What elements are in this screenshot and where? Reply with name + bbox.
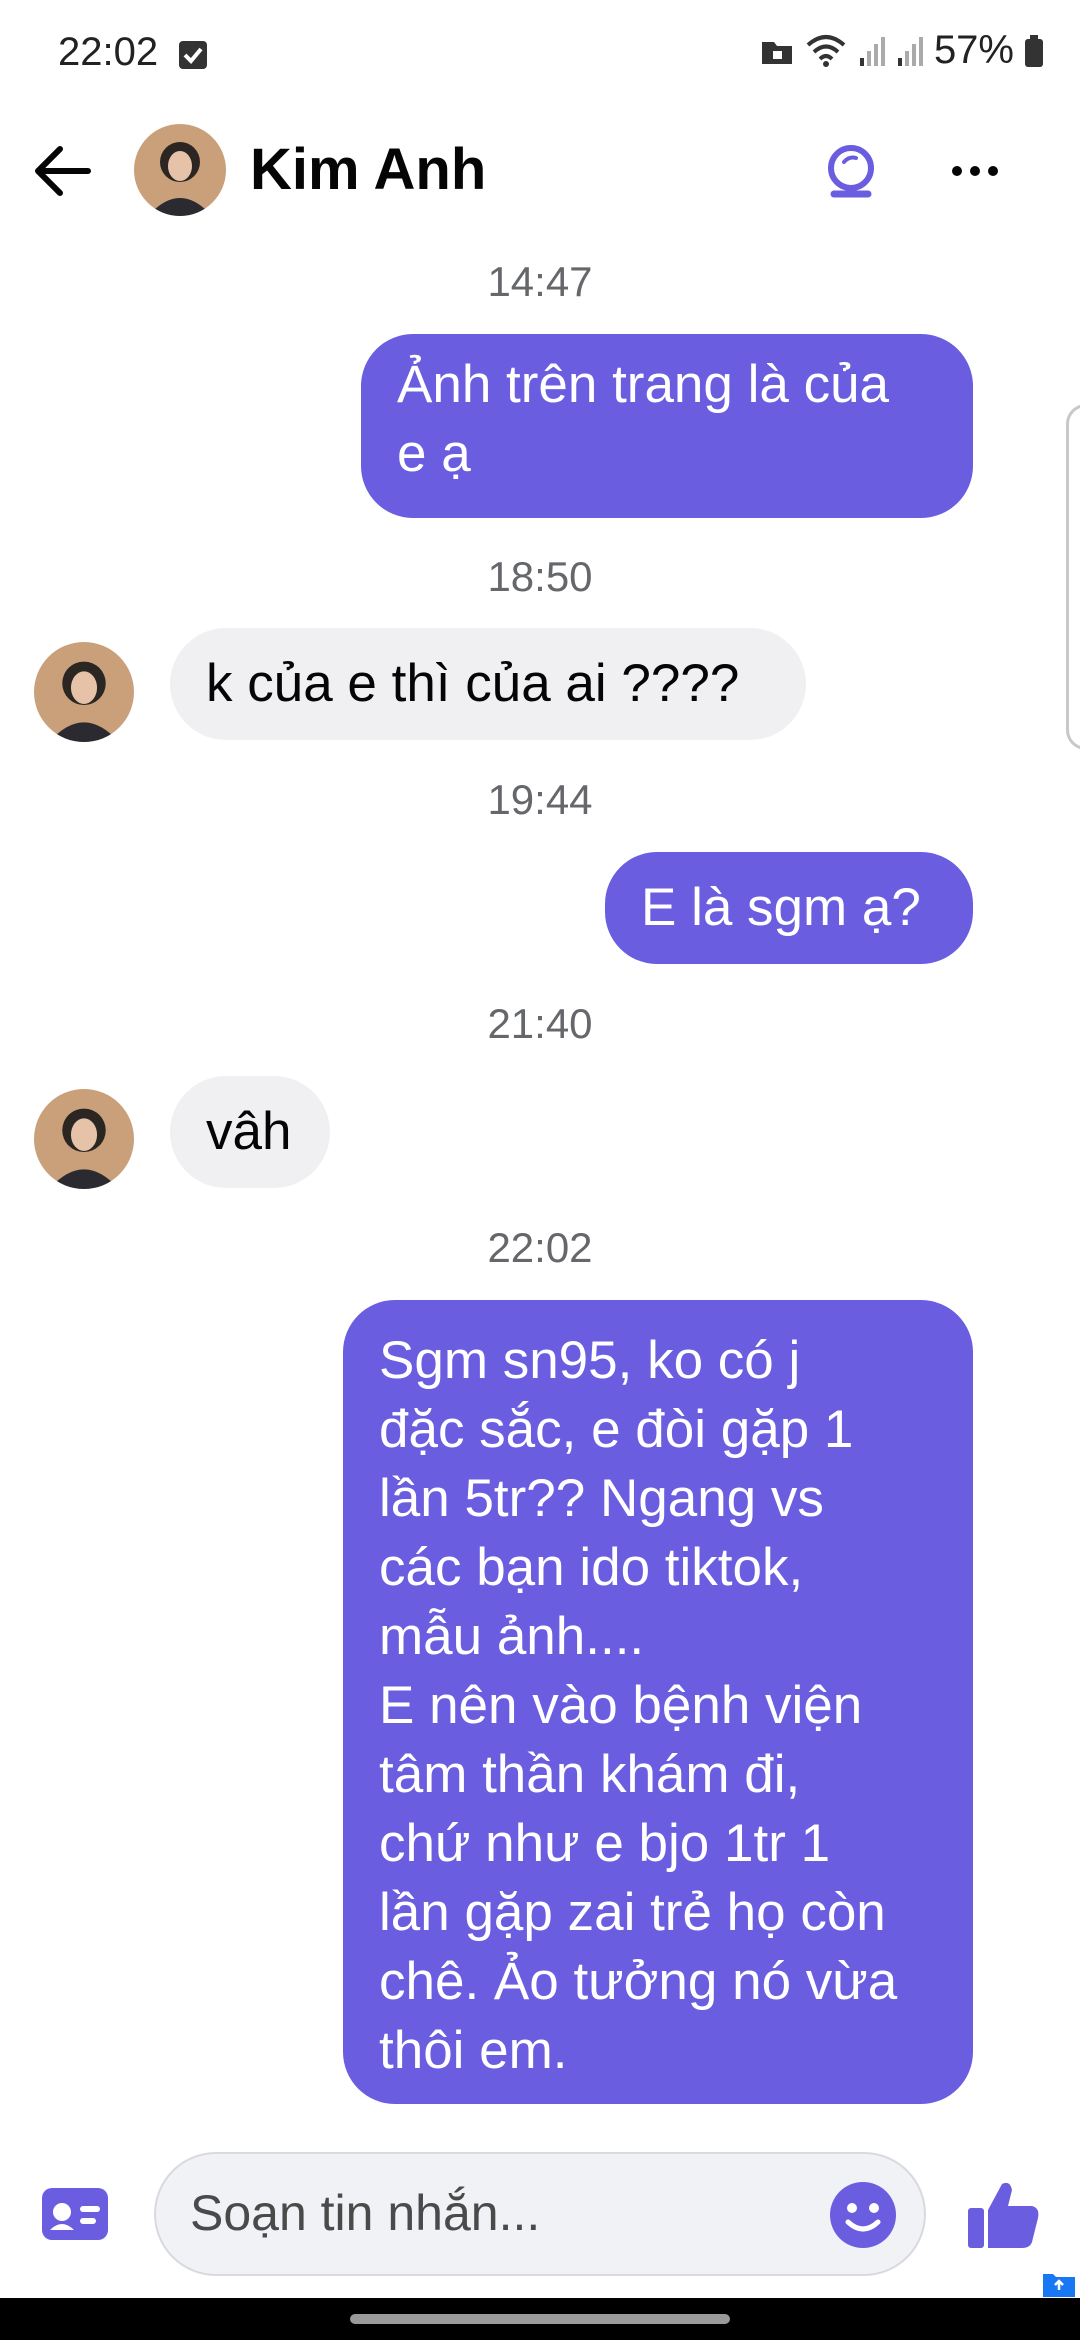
status-icons: 57%: [760, 28, 1044, 73]
avatar-image: [134, 124, 226, 216]
avatar[interactable]: [34, 642, 134, 742]
status-bar: 22:02 57%: [0, 0, 1080, 116]
contact-card-icon[interactable]: [40, 2184, 110, 2244]
avatar[interactable]: [34, 1089, 134, 1189]
emoji-icon[interactable]: [828, 2180, 898, 2250]
outgoing-message[interactable]: E là sgm ạ?: [605, 852, 973, 964]
more-dots-icon[interactable]: [940, 136, 1010, 206]
signal-icon: [859, 36, 885, 66]
outgoing-message[interactable]: Ảnh trên trang là của e ạ: [361, 334, 973, 518]
signal-icon: [897, 36, 923, 66]
conversation-header: Kim Anh: [0, 116, 1080, 224]
outgoing-message[interactable]: Sgm sn95, ko có j đặc sắc, e đòi gặp 1 l…: [343, 1300, 973, 2104]
thumbs-up-icon[interactable]: [966, 2176, 1042, 2252]
folder-lock-icon: [761, 41, 792, 64]
avatar[interactable]: [134, 124, 226, 216]
home-gesture-handle[interactable]: [350, 2314, 730, 2324]
battery-icon: [1025, 34, 1043, 67]
system-nav-bar: [0, 2298, 1080, 2340]
avatar-image: [34, 1089, 134, 1189]
message-input-placeholder: Soạn tin nhắn...: [190, 2185, 541, 2241]
message-timestamp: 19:44: [487, 776, 593, 823]
folder-badge-icon: [1043, 2274, 1075, 2297]
check-notification-icon: [179, 41, 207, 69]
incoming-message[interactable]: vâh: [170, 1076, 330, 1188]
wifi-icon: [806, 34, 846, 67]
arrow-left-icon[interactable]: [28, 136, 98, 206]
scroll-indicator[interactable]: [1066, 404, 1080, 750]
video-call-icon[interactable]: [816, 136, 886, 206]
message-timestamp: 14:47: [487, 258, 593, 305]
incoming-message[interactable]: k của e thì của ai ????: [170, 628, 806, 740]
message-timestamp: 21:40: [487, 1000, 593, 1047]
message-timestamp: 18:50: [487, 553, 593, 600]
message-composer: Soạn tin nhắn...: [0, 2140, 1080, 2290]
avatar-image: [34, 642, 134, 742]
message-timestamp: 22:02: [487, 1224, 593, 1271]
battery-percent: 57%: [933, 28, 1014, 72]
message-input[interactable]: Soạn tin nhắn...: [154, 2152, 926, 2276]
contact-name[interactable]: Kim Anh: [250, 136, 486, 203]
status-time: 22:02: [58, 30, 159, 74]
